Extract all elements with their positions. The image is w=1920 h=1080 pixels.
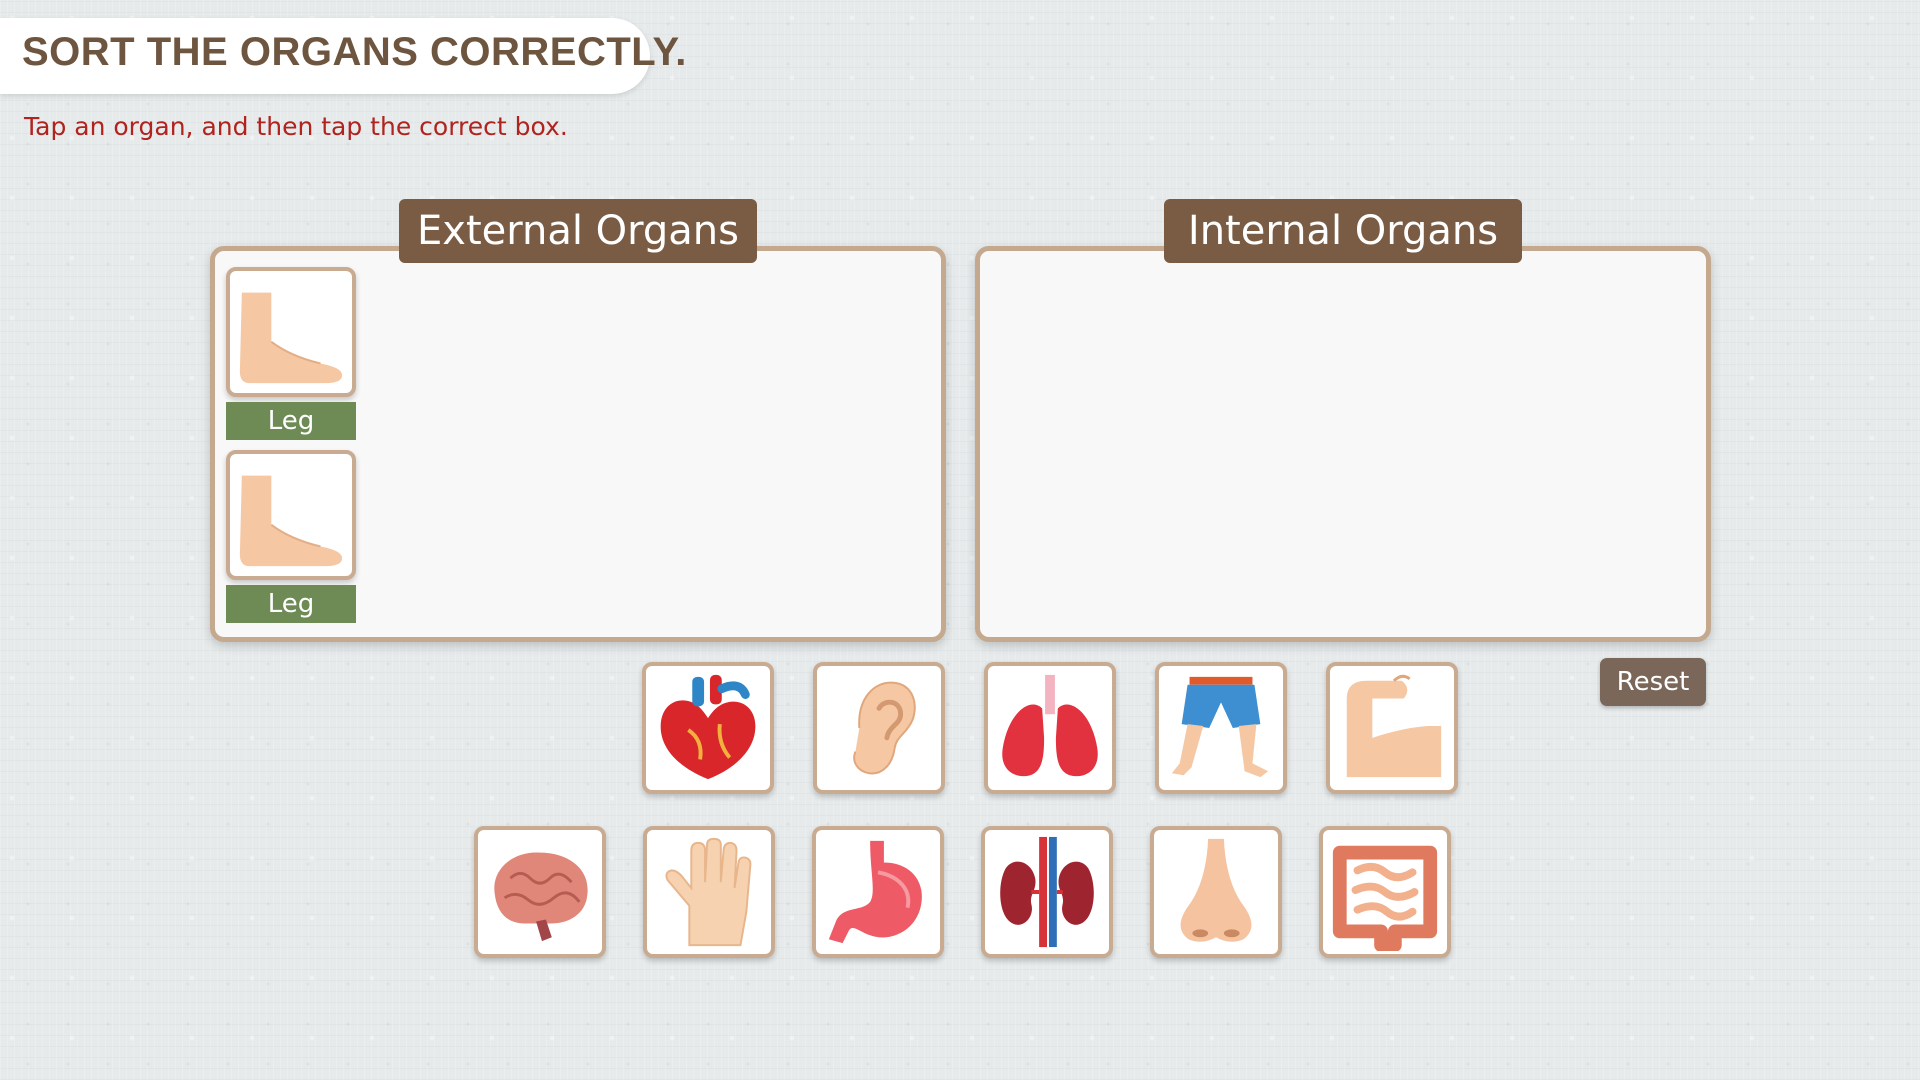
organ-card-legs[interactable] — [1155, 662, 1287, 794]
organ-card-stomach[interactable] — [812, 826, 944, 958]
kidneys-icon — [1000, 836, 1094, 948]
organ-card-hand[interactable] — [643, 826, 775, 958]
internal-organs-label: Internal Organs — [1164, 199, 1522, 263]
ear-icon — [853, 681, 916, 775]
stomach-icon — [828, 840, 922, 944]
placed-card-label: Leg — [226, 402, 356, 440]
internal-organs-box[interactable] — [975, 246, 1711, 642]
legs-icon — [1171, 676, 1269, 778]
foot-icon — [239, 475, 343, 567]
heart-icon — [660, 674, 756, 780]
organ-card-heart[interactable] — [642, 662, 774, 794]
organ-card-nose[interactable] — [1150, 826, 1282, 958]
arm-icon — [1346, 674, 1442, 778]
nose-icon — [1180, 838, 1252, 942]
external-organs-label: External Organs — [399, 199, 757, 263]
organ-card-intestines[interactable] — [1319, 826, 1451, 958]
placed-card-leg[interactable] — [226, 450, 356, 580]
organ-card-ear[interactable] — [813, 662, 945, 794]
brain-icon — [494, 852, 588, 942]
placed-card-leg[interactable] — [226, 267, 356, 397]
intestines-icon — [1332, 845, 1438, 951]
page-title: SORT THE ORGANS CORRECTLY. — [22, 30, 687, 74]
hand-icon — [665, 837, 752, 947]
instruction-text: Tap an organ, and then tap the correct b… — [24, 112, 568, 141]
lungs-icon — [1002, 674, 1098, 777]
foot-icon — [239, 292, 343, 384]
reset-button[interactable]: Reset — [1600, 658, 1706, 706]
placed-card-label: Leg — [226, 585, 356, 623]
organ-card-kidneys[interactable] — [981, 826, 1113, 958]
organ-card-lungs[interactable] — [984, 662, 1116, 794]
organ-card-arm[interactable] — [1326, 662, 1458, 794]
organ-card-brain[interactable] — [474, 826, 606, 958]
